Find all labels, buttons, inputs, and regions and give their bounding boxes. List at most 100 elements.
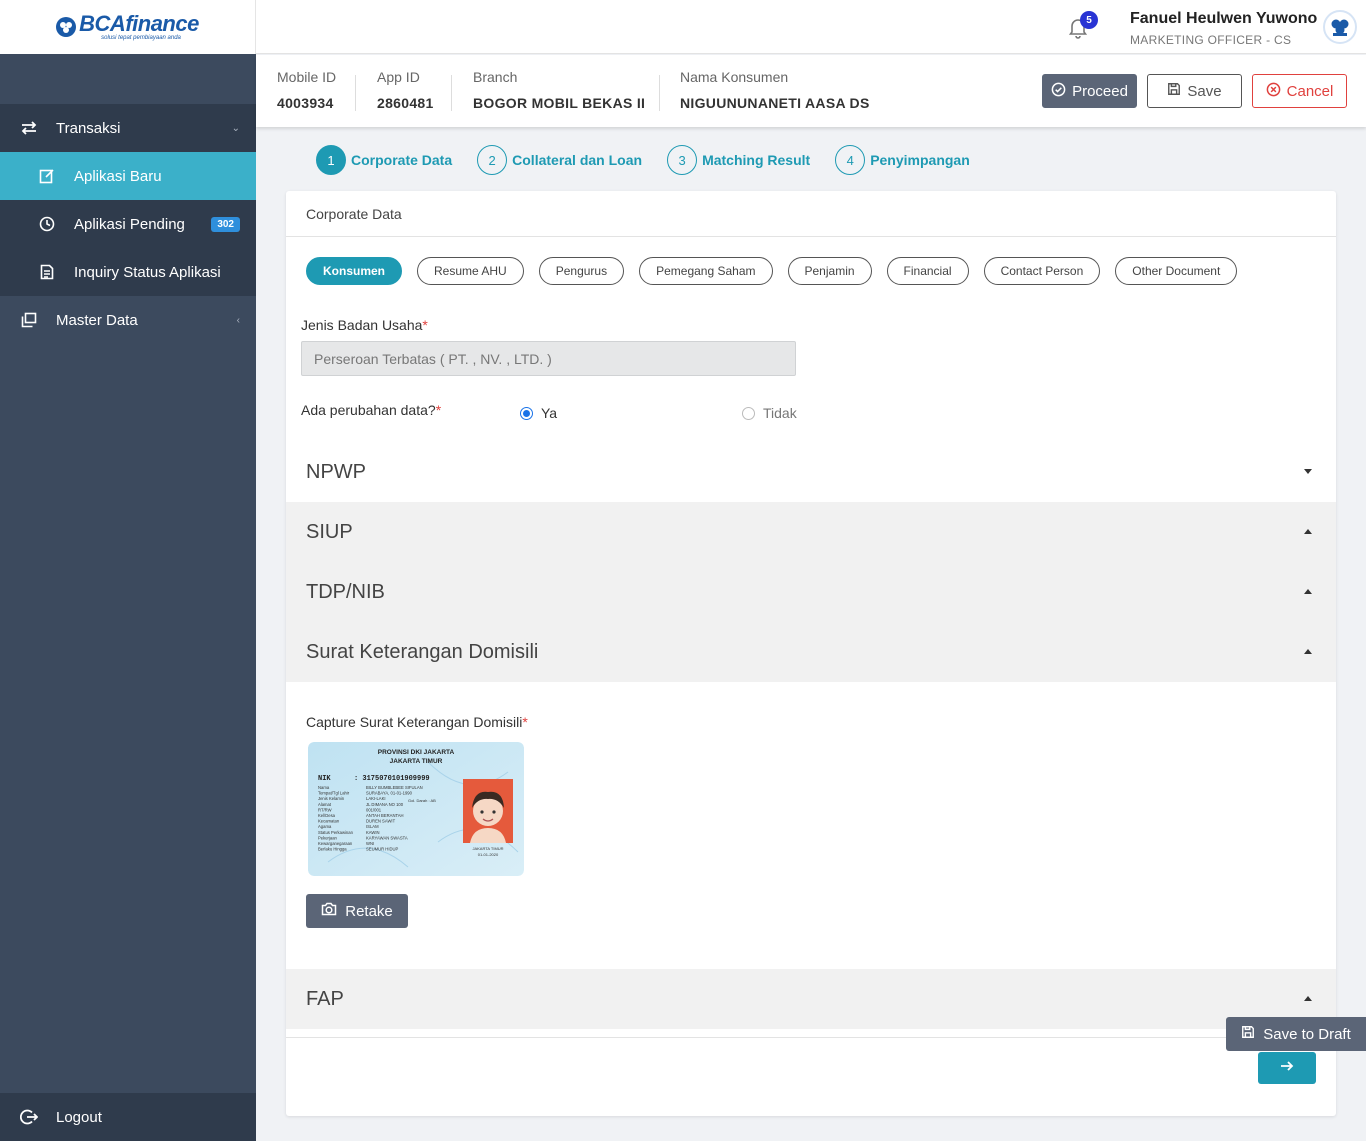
tab-pengurus[interactable]: Pengurus: [538, 257, 625, 285]
jenis-badan-usaha-label: Jenis Badan Usaha*: [301, 317, 428, 333]
bca-finance-logo[interactable]: BCAfinance solusi tepat pembiayaan anda: [56, 13, 199, 41]
swap-icon: [20, 119, 38, 137]
avatar[interactable]: [1323, 10, 1357, 44]
capture-label-text: Capture Surat Keterangan Domisili: [306, 714, 523, 730]
domisili-document-image[interactable]: PROVINSI DKI JAKARTA JAKARTA TIMUR NIK :…: [308, 742, 524, 876]
capture-label: Capture Surat Keterangan Domisili*: [306, 714, 528, 730]
accordion-title: FAP: [306, 987, 344, 1010]
sidebar-item-aplikasi-pending[interactable]: Aplikasi Pending 302: [0, 200, 256, 248]
ktp-field-value: SURABAYA, 01-01-1990: [366, 791, 413, 796]
ktp-field-label: Status Perkawinan: [318, 830, 354, 835]
chevron-down-icon: ⌄: [231, 122, 240, 134]
divider: [659, 75, 660, 111]
tab-other-document[interactable]: Other Document: [1115, 257, 1238, 285]
mobile-id-label: Mobile ID: [277, 69, 337, 85]
sidebar-item-aplikasi-baru[interactable]: Aplikasi Baru: [0, 152, 256, 200]
retake-label: Retake: [345, 902, 393, 920]
konsumen-field: Nama Konsumen NIGUUNUNANETI AASA DS: [680, 69, 870, 111]
ktp-field-value: ISLAM: [366, 824, 379, 829]
tab-resume-ahu[interactable]: Resume AHU: [417, 257, 524, 285]
ktp-field-value: JL DIMANA NO 100: [366, 802, 404, 807]
ktp-field-value: KAWIN: [366, 830, 380, 835]
card-title: Corporate Data: [286, 191, 1336, 237]
tab-financial[interactable]: Financial: [886, 257, 969, 285]
step-collateral-loan[interactable]: 2 Collateral dan Loan: [477, 145, 642, 175]
stepper: 1 Corporate Data 2 Collateral dan Loan 3…: [316, 145, 995, 175]
proceed-button[interactable]: Proceed: [1042, 74, 1137, 108]
konsumen-label: Nama Konsumen: [680, 69, 789, 85]
bca-logo-icon: [56, 17, 77, 37]
sidebar-item-label: Aplikasi Pending: [74, 215, 185, 233]
step-number: 2: [477, 145, 508, 175]
sidebar-item-master-data[interactable]: Master Data ‹: [0, 296, 256, 344]
tab-pemegang-saham[interactable]: Pemegang Saham: [639, 257, 773, 285]
corporate-data-card: Corporate Data Konsumen Resume AHU Pengu…: [286, 191, 1336, 1116]
sidebar-item-transaksi[interactable]: Transaksi ⌄: [0, 104, 256, 152]
application-info-bar: Mobile ID 4003934 App ID 2860481 Branch …: [256, 55, 1366, 127]
konsumen-value: NIGUUNUNANETI AASA DS: [680, 95, 870, 111]
ktp-field-value: SEUMUR HIDUP: [366, 847, 399, 852]
caret-up-icon: [1304, 996, 1312, 1001]
ktp-field-value: BILLY BUMBLEBEE SIFULAN: [366, 785, 423, 790]
step-label: Collateral dan Loan: [512, 152, 643, 168]
logo-tagline: solusi tepat pembiayaan anda: [101, 35, 181, 41]
ktp-field-label: RT/RW: [318, 807, 332, 812]
mobile-id-field: Mobile ID 4003934: [277, 69, 336, 111]
app-id-value: 2860481: [377, 95, 434, 111]
app-id-label: App ID: [377, 69, 420, 85]
logout-icon: [20, 1108, 38, 1126]
accordion-npwp[interactable]: NPWP: [286, 442, 1336, 502]
ktp-city: JAKARTA TIMUR: [390, 758, 443, 765]
step-corporate-data[interactable]: 1 Corporate Data: [316, 145, 452, 175]
ktp-field-label: Jenis Kelamin: [318, 796, 345, 801]
step-penyimpangan[interactable]: 4 Penyimpangan: [835, 145, 970, 175]
check-circle-icon: [1051, 82, 1066, 101]
radio-tidak[interactable]: Tidak: [742, 405, 797, 421]
ktp-field-value: LAKI-LAKI: [366, 796, 386, 801]
ktp-field-value: DUREN SAWIT: [366, 819, 396, 824]
floppy-icon: [1167, 82, 1181, 100]
tab-contact-person[interactable]: Contact Person: [983, 257, 1101, 285]
cancel-button[interactable]: Cancel: [1252, 74, 1347, 108]
accordion-surat-keterangan-domisili[interactable]: Surat Keterangan Domisili: [286, 622, 1336, 682]
divider: [355, 75, 356, 111]
jenis-label-text: Jenis Badan Usaha: [301, 317, 423, 333]
caret-down-icon: [1304, 469, 1312, 474]
divider: [451, 75, 452, 111]
ktp-nik: : 3175070101909999: [354, 775, 430, 783]
save-button[interactable]: Save: [1147, 74, 1242, 108]
sidebar-item-inquiry-status[interactable]: Inquiry Status Aplikasi: [0, 248, 256, 296]
clock-icon: [38, 215, 56, 233]
ktp-field-label: Alamat: [318, 802, 332, 807]
user-name: Fanuel Heulwen Yuwono: [1130, 10, 1318, 27]
save-to-draft-label: Save to Draft: [1263, 1025, 1351, 1043]
step-matching-result[interactable]: 3 Matching Result: [667, 145, 810, 175]
required-asterisk: *: [422, 317, 428, 333]
logo-area: BCAfinance solusi tepat pembiayaan anda: [0, 0, 256, 54]
branch-label: Branch: [473, 69, 518, 85]
radio-ya[interactable]: Ya: [520, 405, 557, 421]
tab-penjamin[interactable]: Penjamin: [787, 257, 872, 285]
ktp-field-label: Kel/Desa: [318, 813, 336, 818]
required-asterisk: *: [522, 714, 528, 730]
ktp-province: PROVINSI DKI JAKARTA: [378, 749, 455, 756]
save-to-draft-button[interactable]: Save to Draft: [1226, 1017, 1366, 1051]
ktp-sign-date: 01-01-2020: [478, 852, 499, 857]
arrow-right-icon: [1280, 1059, 1294, 1077]
sidebar-item-label: Transaksi: [56, 119, 121, 137]
branch-value: BOGOR MOBIL BEKAS II: [473, 95, 646, 111]
step-label: Penyimpangan: [870, 152, 970, 168]
retake-button[interactable]: Retake: [306, 894, 408, 928]
ktp-nik-label: NIK: [318, 775, 331, 783]
next-button[interactable]: [1258, 1052, 1316, 1084]
ktp-field-value: KARYAWAN SWASTA: [366, 835, 408, 840]
logout-button[interactable]: Logout: [0, 1093, 256, 1141]
caret-up-icon: [1304, 529, 1312, 534]
divider: [286, 1037, 1336, 1038]
tab-konsumen[interactable]: Konsumen: [306, 257, 403, 285]
accordion-tdp-nib[interactable]: TDP/NIB: [286, 562, 1336, 622]
ktp-blood-type: Gol. Darah : AB: [408, 798, 436, 803]
step-label: Matching Result: [702, 152, 811, 168]
accordion-siup[interactable]: SIUP: [286, 502, 1336, 562]
accordion-fap[interactable]: FAP: [286, 969, 1336, 1029]
